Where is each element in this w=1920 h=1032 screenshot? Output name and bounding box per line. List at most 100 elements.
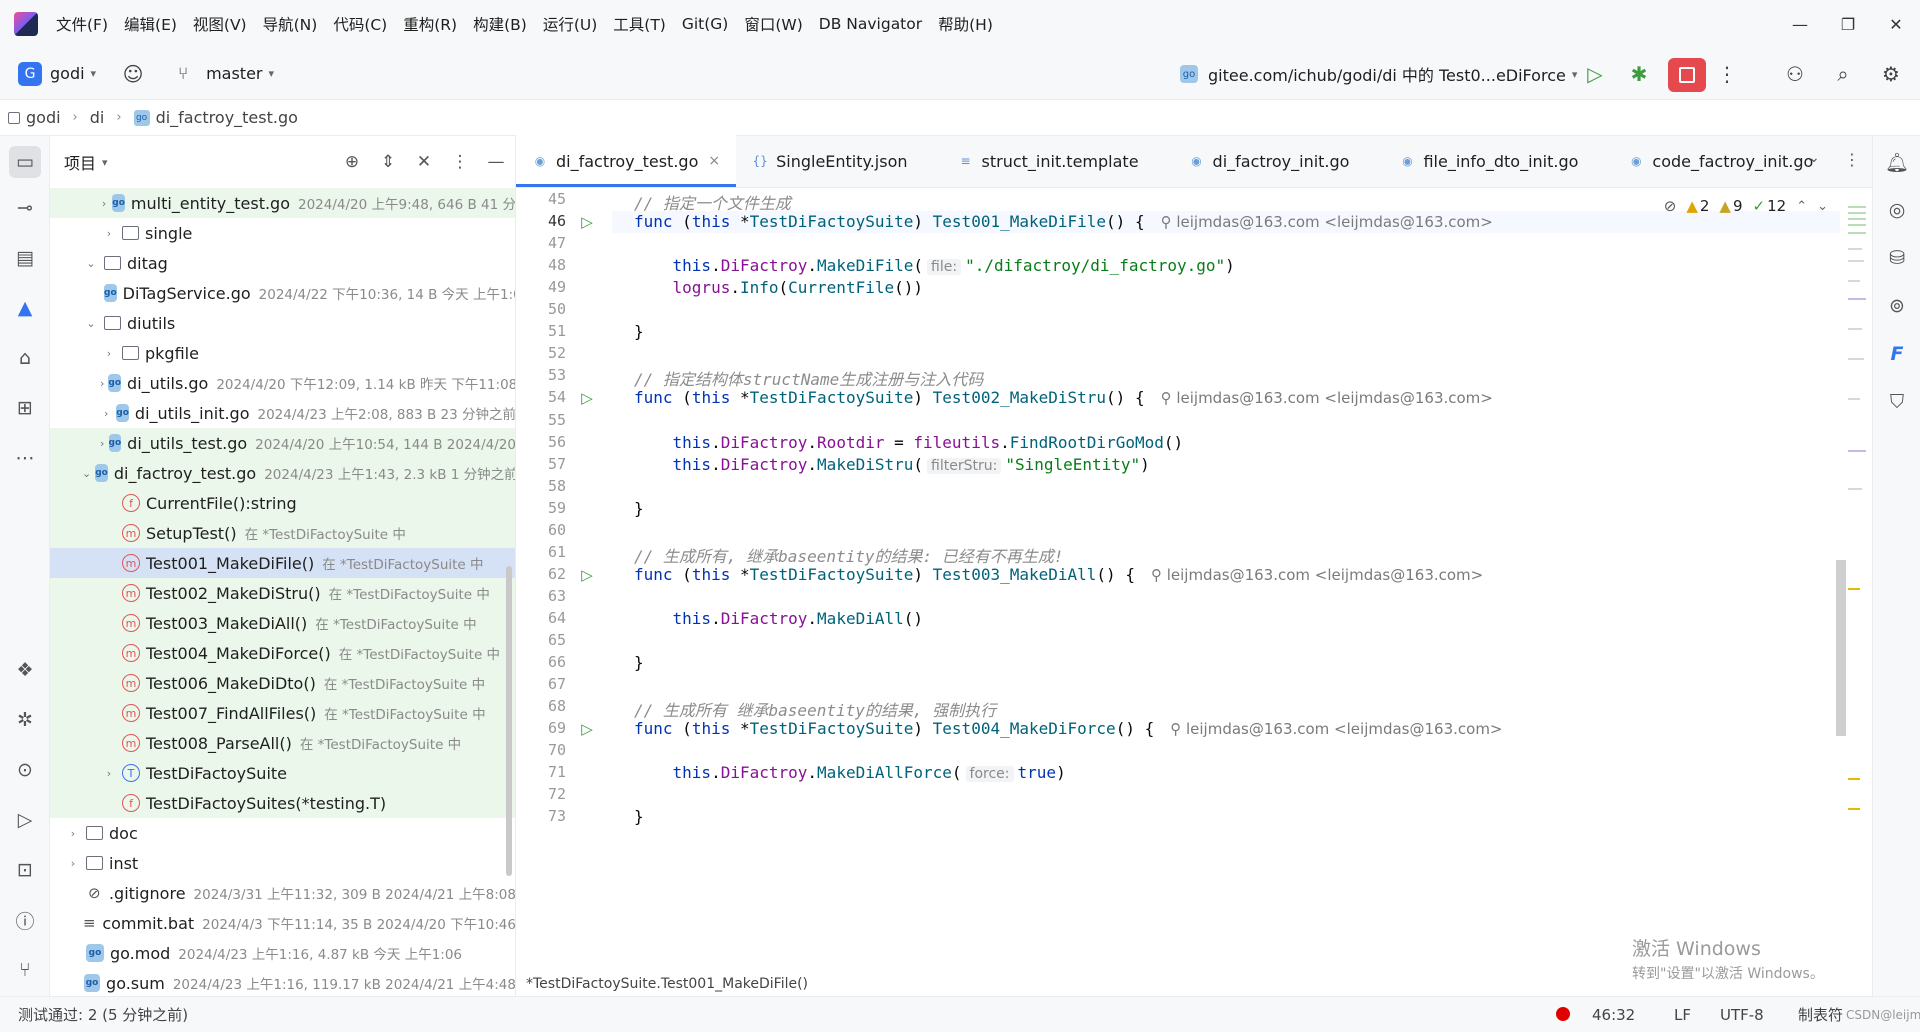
structure-icon[interactable]: ⊞ [9,392,41,424]
menu-item[interactable]: 运行(U) [543,13,597,35]
tree-row[interactable]: go go.mod 2024/4/23 上午1:16, 4.87 kB 今天 上午1… [50,938,515,968]
endpoints-icon[interactable]: ⊚ [1881,290,1913,322]
tree-row[interactable]: m Test004_MakeDiForce() 在 *TestDiFactoySui… [50,638,515,668]
editor-tab[interactable]: ◉ di_factroy_init.go [1173,135,1384,187]
chevron-down-icon[interactable]: ⌄ [82,467,91,480]
project-badge[interactable]: G [18,61,42,86]
menu-item[interactable]: DB Navigator [819,15,922,33]
debug-tool-icon[interactable]: ✲ [9,704,41,736]
project-panel-title[interactable]: 项目 [64,150,96,174]
tree-row[interactable]: ≡ commit.bat 2024/4/3 下午11:14, 35 B 2024/4… [50,908,515,938]
chevron-right-icon[interactable]: › [100,407,112,420]
run-icon[interactable]: ▷ [1576,55,1614,93]
indent-setting[interactable]: 制表符 [1798,1004,1843,1025]
chevron-down-icon[interactable]: ⌄ [82,317,100,330]
tree-row[interactable]: m Test006_MakeDiDto() 在 *TestDiFactoySuite… [50,668,515,698]
azure-icon[interactable]: ▲ [9,292,41,324]
line-separator[interactable]: LF [1674,1006,1691,1024]
tabs-more-icon[interactable]: ⋮ [1844,150,1860,169]
tree-row[interactable]: ⌄ diutils [50,308,515,338]
menu-item[interactable]: 视图(V) [193,13,247,35]
terminal-icon[interactable]: ⊡ [9,854,41,886]
menu-item[interactable]: 文件(F) [56,13,108,35]
prev-highlight-icon[interactable]: ⌃ [1796,199,1807,214]
test-status-text[interactable]: 测试通过: 2 (5 分钟之前) [18,1004,188,1025]
tree-row[interactable]: m SetupTest() 在 *TestDiFactoySuite 中 [50,518,515,548]
project-name[interactable]: godi [50,64,85,83]
chevron-right-icon[interactable]: › [100,347,118,360]
chevron-right-icon[interactable]: › [100,227,118,240]
chevron-down-icon[interactable]: ▾ [102,156,108,169]
breadcrumb-item-file[interactable]: di_factroy_test.go [156,108,298,127]
chevron-right-icon[interactable]: › [100,377,104,390]
maximize-icon[interactable]: ❐ [1824,0,1872,48]
tree-row[interactable]: › go di_utils.go 2024/4/20 下午12:09, 1.14 kB… [50,368,515,398]
code-author-hint[interactable]: ⚲ leijmdas@163.com <leijmdas@163.com> [1161,389,1493,407]
notifications-icon[interactable]: 🔔︎ [1881,146,1913,178]
more-vertical-icon[interactable]: ⋮ [1708,55,1746,93]
branch-icon[interactable]: ⑂ [164,55,202,93]
pull-requests-icon[interactable]: ▤ [9,242,41,274]
expand-all-icon[interactable]: ⇕ [376,150,400,174]
tree-row[interactable]: m Test001_MakeDiFile() 在 *TestDiFactoySuit… [50,548,515,578]
caret-position[interactable]: 46:32 [1592,1006,1635,1024]
project-tool-icon[interactable]: ▭ [9,146,41,178]
code-author-hint[interactable]: ⚲ leijmdas@163.com <leijmdas@163.com> [1151,566,1483,584]
code-author-hint[interactable]: ⚲ leijmdas@163.com <leijmdas@163.com> [1161,213,1493,231]
menu-item[interactable]: 重构(R) [403,13,457,35]
add-user-icon[interactable]: ⚇ [1776,55,1814,93]
stop-button[interactable] [1668,58,1706,92]
run-tool-icon[interactable]: ▷ [9,804,41,836]
plugins-icon[interactable]: ❖ [9,654,41,686]
chevron-down-icon[interactable]: ▾ [269,67,275,80]
tree-row[interactable]: › pkgfile [50,338,515,368]
code-editor[interactable]: 45// 指定一个文件生成 46 ▷ func (this *TestDiFactoy… [516,188,1840,976]
breadcrumb-item-folder[interactable]: di [90,108,105,127]
tree-row[interactable]: › go di_utils_init.go 2024/4/23 上午2:08, 883… [50,398,515,428]
tree-row[interactable]: m Test003_MakeDiAll() 在 *TestDiFactoySuite… [50,608,515,638]
tree-row[interactable]: m Test002_MakeDiStru() 在 *TestDiFactoySuit… [50,578,515,608]
inspection-widget[interactable]: ⊘ ▲ 2 ▲ 9 ✓ 12 ⌃ ⌄ [1654,188,1840,224]
tree-row[interactable]: ⊘ .gitignore 2024/3/31 上午11:32, 309 B 2024… [50,878,515,908]
editor-tab[interactable]: ◉ file_info_dto_init.go [1383,135,1612,187]
tree-row[interactable]: go DiTagService.go 2024/4/22 下午10:36, 14 B… [50,278,515,308]
more-tools-icon[interactable]: ⋯ [9,442,41,474]
run-gutter-icon[interactable]: ▷ [578,566,596,584]
chevron-right-icon[interactable]: › [100,197,108,210]
editor-tab[interactable]: ◉ di_factroy_test.go × [516,135,737,187]
search-icon[interactable]: ⌕ [1824,55,1862,93]
commit-icon[interactable]: ⊸ [9,192,41,224]
tree-row[interactable]: › doc [50,818,515,848]
tree-row[interactable]: ⌄ ditag [50,248,515,278]
run-gutter-icon[interactable]: ▷ [578,389,596,407]
menu-item[interactable]: 构建(B) [473,13,527,35]
tree-row[interactable]: › single [50,218,515,248]
project-scrollbar[interactable] [506,566,512,876]
menu-item[interactable]: 代码(C) [333,13,387,35]
settings-icon[interactable]: ⚙ [1872,55,1910,93]
tree-row[interactable]: ⌄ go di_factroy_test.go 2024/4/23 上午1:43, 2… [50,458,515,488]
collapse-all-icon[interactable]: ✕ [412,150,436,174]
tree-row[interactable]: go go.sum 2024/4/23 上午1:16, 119.17 kB 2024… [50,968,515,996]
run-config-selector[interactable]: gitee.com/ichub/godi/di 中的 Test0...eDiFo… [1208,62,1566,86]
editor-tab[interactable]: ≡ struct_init.template [942,135,1173,187]
code-author-hint[interactable]: ⚲ leijmdas@163.com <leijmdas@163.com> [1170,720,1502,738]
fn-plugin-icon[interactable]: F [1881,338,1913,370]
minimize-icon[interactable]: — [1776,0,1824,48]
tree-row[interactable]: m Test007_FindAllFiles() 在 *TestDiFactoySu… [50,698,515,728]
branch-name[interactable]: master [206,64,262,83]
database-icon[interactable]: ⛁ [1881,242,1913,274]
chevron-right-icon[interactable]: › [64,827,82,840]
editor-tab[interactable]: {} SingleEntity.json [736,135,941,187]
close-window-icon[interactable]: ✕ [1872,0,1920,48]
tree-row[interactable]: › go di_utils_test.go 2024/4/20 上午10:54, 14… [50,428,515,458]
chevron-right-icon[interactable]: › [100,437,105,450]
options-icon[interactable]: ⋮ [448,150,472,174]
security-icon[interactable]: ⛉ [1881,386,1913,418]
tree-row[interactable]: f TestDiFactoySuites(*testing.T) [50,788,515,818]
next-highlight-icon[interactable]: ⌄ [1817,199,1828,214]
chevron-right-icon[interactable]: › [100,767,118,780]
menu-item[interactable]: 窗口(W) [744,13,802,35]
menu-item[interactable]: 帮助(H) [938,13,993,35]
file-encoding[interactable]: UTF-8 [1720,1006,1764,1024]
